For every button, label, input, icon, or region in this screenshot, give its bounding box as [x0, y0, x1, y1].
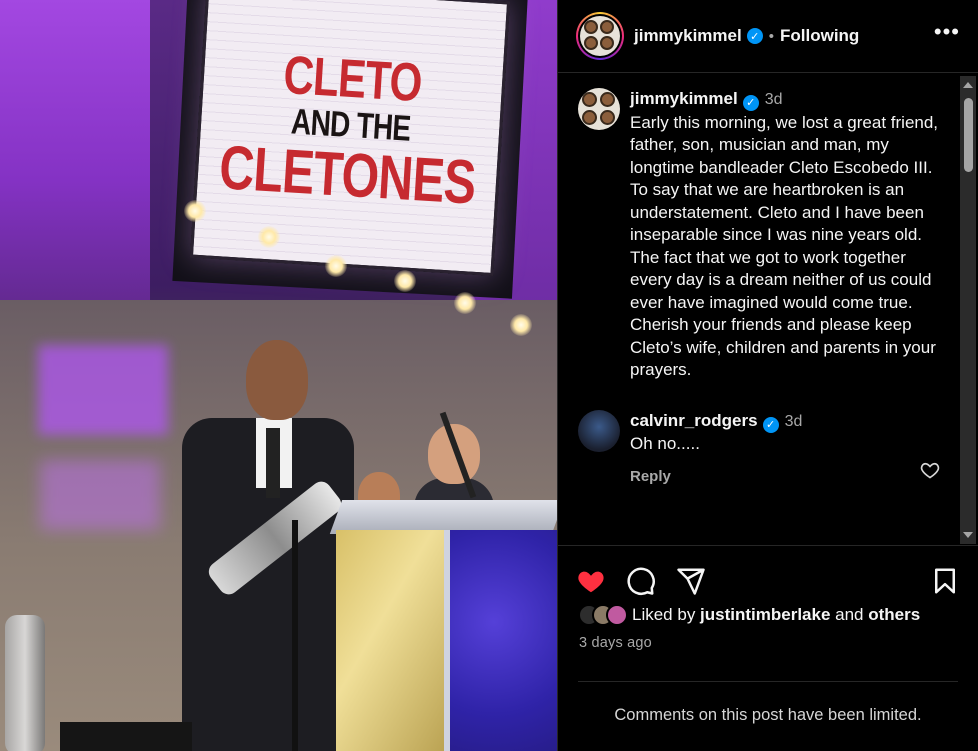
saxophonist-head [246, 340, 308, 420]
caption-time[interactable]: 3d [765, 91, 783, 108]
comment-item: calvinr_rodgers ✓ 3d Oh no..... Reply [558, 382, 978, 489]
post-photo[interactable]: CLETO AND THE CLETONES [0, 0, 557, 751]
avatar[interactable] [578, 88, 620, 130]
comment-username[interactable]: calvinr_rodgers [630, 411, 758, 430]
saxophonist-tie [266, 428, 280, 498]
liked-by-label: Liked by [632, 605, 701, 624]
avatar [580, 16, 620, 56]
stage-light [325, 255, 347, 277]
save-bookmark-icon[interactable] [930, 566, 960, 596]
caption: jimmykimmel ✓ 3d Early this morning, we lo… [558, 74, 978, 382]
verified-badge-icon: ✓ [746, 28, 763, 44]
post-time-ago[interactable]: 3 days ago [579, 635, 652, 651]
following-button[interactable]: Following [780, 26, 859, 46]
divider [578, 681, 958, 682]
like-comment-heart-icon[interactable] [920, 460, 940, 480]
saxophone-on-stand [5, 615, 45, 751]
avatar[interactable] [578, 409, 620, 452]
like-heart-icon[interactable] [576, 566, 606, 596]
comments-scrollbar[interactable] [960, 76, 976, 544]
verified-badge-icon: ✓ [742, 95, 759, 112]
story-avatar[interactable] [576, 12, 624, 60]
post-side-panel: jimmykimmel ✓ • Following ••• jimmykimme… [557, 0, 978, 751]
comment-text: Oh no..... [630, 434, 700, 453]
reply-button[interactable]: Reply [630, 466, 960, 489]
scroll-thumb[interactable] [964, 98, 973, 172]
podium-blue-panel [444, 530, 557, 751]
comment-item-partial: rodneyhoorofi 3d [558, 534, 769, 545]
liker-avatars [578, 604, 628, 626]
purple-light-glow [38, 345, 168, 435]
comments-list[interactable]: jimmykimmel ✓ 3d Early this morning, we lo… [558, 74, 978, 546]
stage-light [454, 292, 476, 314]
more-options-icon[interactable]: ••• [934, 21, 960, 45]
caption-text: Early this morning, we lost a great frie… [630, 112, 939, 380]
stage-light [510, 314, 532, 336]
stage-light [258, 226, 280, 248]
marquee-sign: CLETO AND THE CLETONES [189, 0, 511, 277]
instagram-post-view: CLETO AND THE CLETONES jimmykimmel ✓ • F… [0, 0, 978, 751]
stage-light [394, 270, 416, 292]
microphone-stand [292, 520, 298, 751]
comment-time[interactable]: 3d [785, 413, 803, 430]
podium-gold-panel [336, 530, 446, 751]
podium [329, 500, 557, 751]
sign-text-line: CLETONES [217, 132, 478, 218]
avatar[interactable] [606, 604, 628, 626]
comments-limited-notice: Comments on this post have been limited. [614, 706, 922, 724]
liked-by-conjunction: and [830, 605, 869, 624]
comment-icon[interactable] [626, 566, 656, 596]
share-icon[interactable] [676, 566, 706, 596]
liked-by-user-link[interactable]: justintimberlake [700, 605, 830, 624]
caption-username[interactable]: jimmykimmel [630, 89, 738, 108]
likes-summary: Liked by justintimberlake and others [578, 604, 920, 626]
verified-badge-icon: ✓ [762, 416, 779, 433]
stage-backdrop [0, 0, 150, 300]
post-actions [576, 560, 960, 600]
separator: • [768, 27, 774, 45]
scroll-up-arrow-icon[interactable] [963, 82, 973, 88]
liked-by-others-link[interactable]: others [868, 605, 920, 624]
header-username[interactable]: jimmykimmel [634, 26, 742, 46]
stage-light [184, 200, 206, 222]
scroll-down-arrow-icon[interactable] [963, 532, 973, 538]
post-header: jimmykimmel ✓ • Following ••• [558, 0, 978, 73]
stage-monitor [60, 722, 192, 751]
podium-top [329, 500, 557, 534]
purple-light-glow [40, 460, 160, 530]
